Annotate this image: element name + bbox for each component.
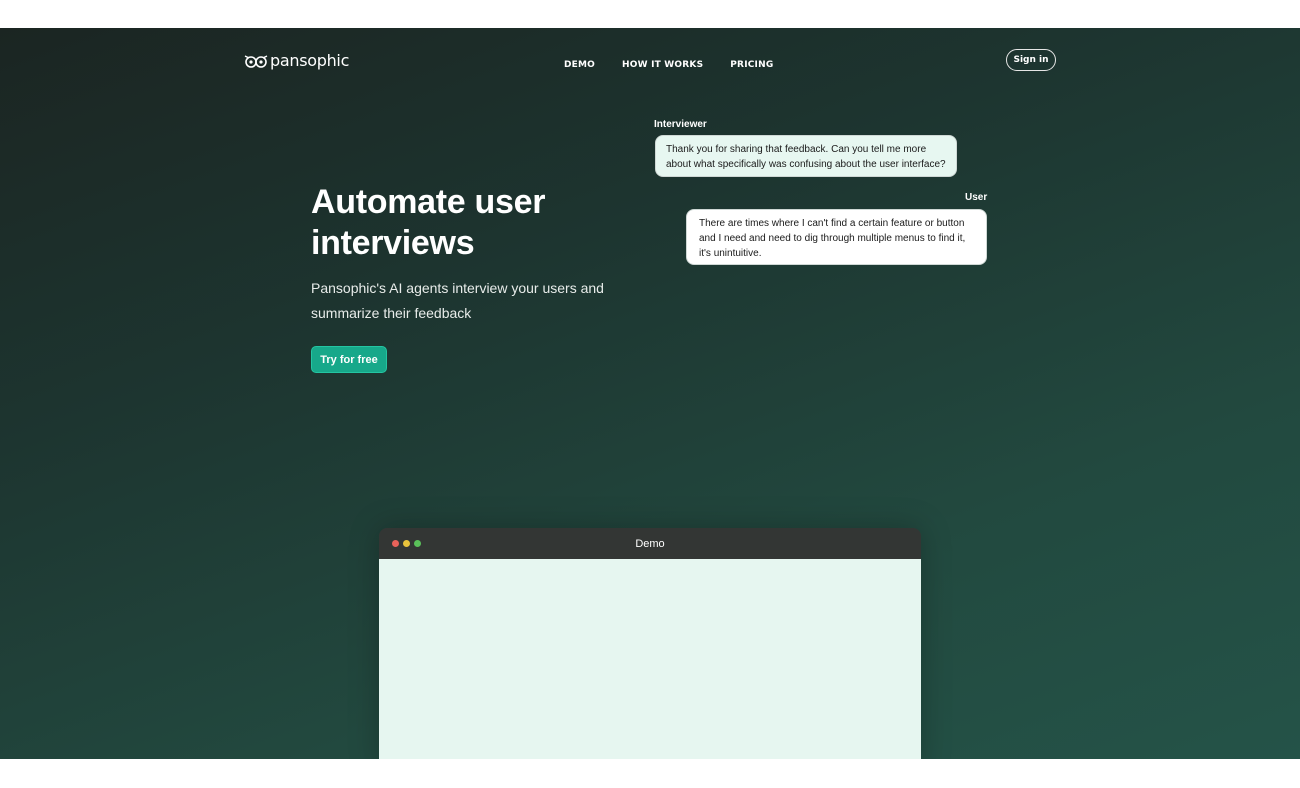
window-controls [392,540,421,547]
try-for-free-button[interactable]: Try for free [311,346,387,373]
interviewer-message-bubble: Thank you for sharing that feedback. Can… [655,135,957,177]
brand-logo[interactable]: pansophic [244,51,349,70]
maximize-dot-icon[interactable] [414,540,421,547]
demo-title-bar: Demo [379,528,921,559]
nav-item-how-it-works[interactable]: HOW IT WORKS [622,60,703,70]
demo-content-area[interactable] [379,559,921,759]
hero-section: pansophic DEMO HOW IT WORKS PRICING Sign… [0,28,1300,759]
user-message-bubble: There are times where I can't find a cer… [686,209,987,265]
main-nav: DEMO HOW IT WORKS PRICING [564,60,773,70]
demo-title: Demo [635,537,665,550]
sign-in-button[interactable]: Sign in [1006,49,1056,71]
interviewer-label: Interviewer [654,119,707,130]
nav-item-demo[interactable]: DEMO [564,60,595,70]
demo-window: Demo [379,528,921,759]
user-label: User [965,192,988,203]
hero-subline: Pansophic's AI agents interview your use… [311,280,604,321]
brand-name: pansophic [270,51,350,70]
minimize-dot-icon[interactable] [403,540,410,547]
owl-eyes-icon [244,54,268,68]
nav-item-pricing[interactable]: PRICING [730,60,773,70]
hero-headline: Automate user interviews [311,183,546,262]
close-dot-icon[interactable] [392,540,399,547]
